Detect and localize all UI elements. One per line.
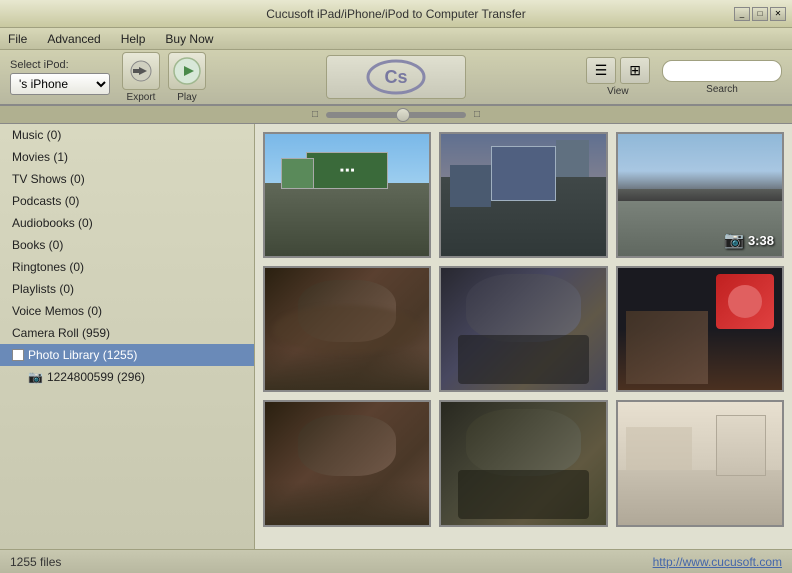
view-area: ☰ ⊞ View	[586, 57, 650, 97]
photo-6[interactable]	[616, 266, 784, 392]
minimize-button[interactable]: _	[734, 7, 750, 21]
photo-3[interactable]: 📷 3:38	[616, 132, 784, 258]
photo-grid: ■ ■ ■ �	[263, 132, 784, 527]
menu-help[interactable]: Help	[117, 30, 150, 48]
play-label: Play	[177, 92, 196, 103]
photo-7[interactable]	[263, 400, 431, 526]
ipod-select-group: Select iPod: 's iPhone	[10, 59, 110, 95]
sidebar-item-movies[interactable]: Movies (1)	[0, 146, 254, 168]
website-link[interactable]: http://www.cucusoft.com	[653, 555, 782, 569]
photo-9[interactable]	[616, 400, 784, 526]
video-icon: 📷	[724, 230, 744, 250]
sidebar-item-playlists[interactable]: Playlists (0)	[0, 278, 254, 300]
photo-1[interactable]: ■ ■ ■	[263, 132, 431, 258]
search-label: Search	[706, 84, 738, 95]
sidebar-item-cameraroll[interactable]: Camera Roll (959)	[0, 322, 254, 344]
logo-area: Cs	[218, 55, 574, 99]
status-bar: 1255 files http://www.cucusoft.com	[0, 549, 792, 573]
list-view-button[interactable]: ☰	[586, 57, 617, 84]
menu-advanced[interactable]: Advanced	[43, 30, 104, 48]
export-button[interactable]	[122, 52, 160, 90]
sidebar-item-tvshows[interactable]: TV Shows (0)	[0, 168, 254, 190]
menu-bar: File Advanced Help Buy Now	[0, 28, 792, 50]
file-count: 1255 files	[10, 555, 61, 569]
logo: Cs	[326, 55, 466, 99]
photo-8[interactable]	[439, 400, 607, 526]
window-controls[interactable]: _ □ ✕	[734, 7, 786, 21]
view-label: View	[607, 86, 629, 97]
title-bar: Cucusoft iPad/iPhone/iPod to Computer Tr…	[0, 0, 792, 28]
svg-text:Cs: Cs	[384, 67, 407, 87]
video-overlay: 📷 3:38	[724, 230, 774, 250]
sidebar-item-voicememos[interactable]: Voice Memos (0)	[0, 300, 254, 322]
export-button-group: Export	[122, 52, 160, 103]
photo-2[interactable]	[439, 132, 607, 258]
sidebar-item-books[interactable]: Books (0)	[0, 234, 254, 256]
zoom-slider[interactable]	[326, 112, 466, 118]
video-duration: 3:38	[748, 233, 774, 248]
ipod-label: Select iPod:	[10, 59, 110, 71]
title-text: Cucusoft iPad/iPhone/iPod to Computer Tr…	[266, 7, 525, 21]
photo-4[interactable]	[263, 266, 431, 392]
search-area: 🔍 Search	[662, 60, 782, 95]
export-label: Export	[127, 92, 156, 103]
sidebar-item-audiobooks[interactable]: Audiobooks (0)	[0, 212, 254, 234]
close-button[interactable]: ✕	[770, 7, 786, 21]
photo-area[interactable]: ■ ■ ■ �	[255, 124, 792, 549]
toolbar: Select iPod: 's iPhone Export P	[0, 50, 792, 106]
menu-buynow[interactable]: Buy Now	[161, 30, 217, 48]
zoom-bar: □ □	[0, 106, 792, 124]
search-input[interactable]	[662, 60, 782, 82]
sidebar-item-album[interactable]: 📷 1224800599 (296)	[0, 366, 254, 388]
sidebar-item-podcasts[interactable]: Podcasts (0)	[0, 190, 254, 212]
photo-5[interactable]	[439, 266, 607, 392]
zoom-in-icon: □	[474, 109, 480, 120]
sidebar: Music (0) Movies (1) TV Shows (0) Podcas…	[0, 124, 255, 549]
sidebar-item-music[interactable]: Music (0)	[0, 124, 254, 146]
sidebar-item-ringtones[interactable]: Ringtones (0)	[0, 256, 254, 278]
expand-icon: ▼	[12, 349, 24, 361]
main-content: Music (0) Movies (1) TV Shows (0) Podcas…	[0, 124, 792, 549]
ipod-select[interactable]: 's iPhone	[10, 73, 110, 95]
zoom-out-icon: □	[312, 109, 318, 120]
zoom-thumb[interactable]	[396, 108, 410, 122]
album-icon: 📷	[28, 370, 43, 384]
sidebar-item-photolibrary[interactable]: ▼ Photo Library (1255)	[0, 344, 254, 366]
maximize-button[interactable]: □	[752, 7, 768, 21]
play-button[interactable]	[168, 52, 206, 90]
play-button-group: Play	[168, 52, 206, 103]
grid-view-button[interactable]: ⊞	[620, 57, 650, 84]
menu-file[interactable]: File	[4, 30, 31, 48]
